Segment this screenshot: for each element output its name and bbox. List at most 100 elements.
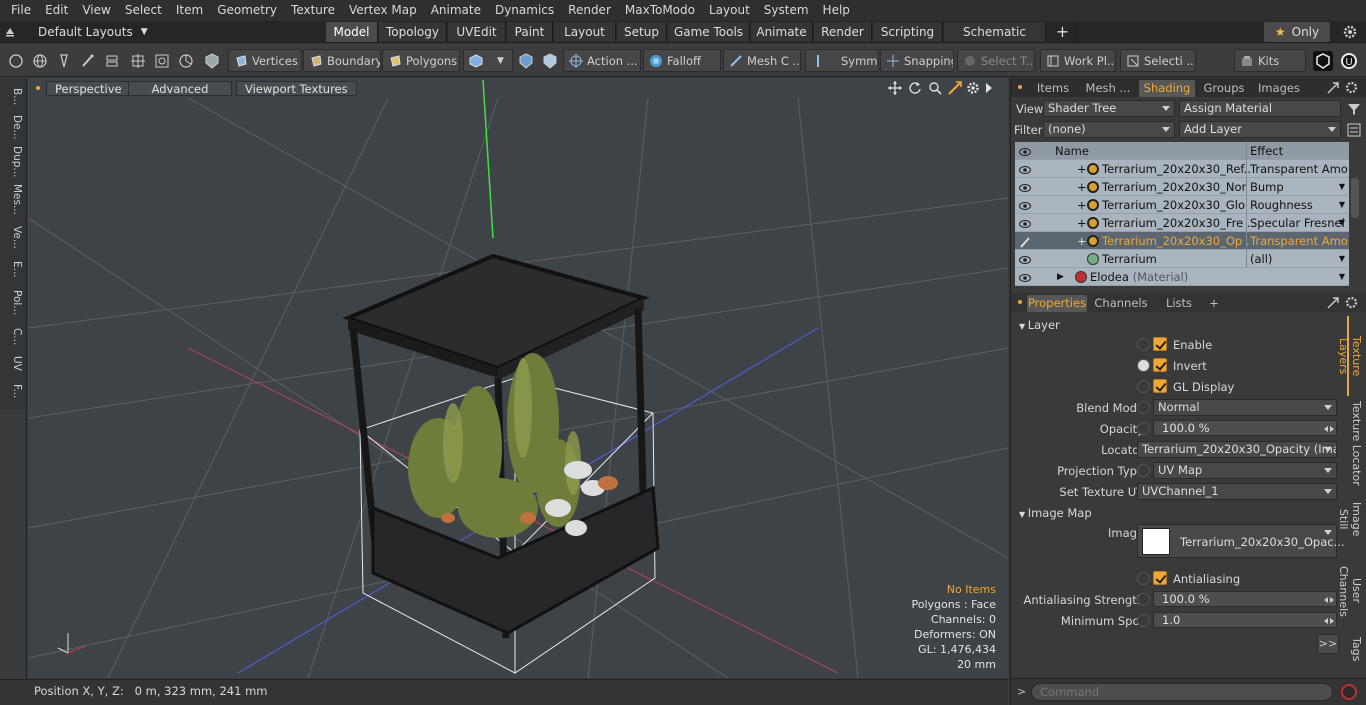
menu-edit[interactable]: Edit bbox=[38, 0, 75, 21]
enable-knob[interactable] bbox=[1137, 338, 1150, 351]
modo-cube-icon[interactable] bbox=[1313, 51, 1333, 71]
snapping-button[interactable]: Snapping bbox=[880, 49, 954, 72]
left-tab-dup[interactable]: Dup... bbox=[3, 144, 23, 180]
slider-arrows-icon[interactable] bbox=[1324, 423, 1334, 433]
slider-arrows-icon[interactable] bbox=[1324, 594, 1334, 604]
left-tab-mes[interactable]: Mes... bbox=[3, 182, 23, 218]
antialiasing-checkbox[interactable] bbox=[1153, 571, 1167, 585]
tab-render[interactable]: Render bbox=[814, 22, 872, 42]
expand-icon[interactable]: + bbox=[1077, 214, 1087, 232]
menu-geometry[interactable]: Geometry bbox=[210, 0, 284, 21]
perspective-dropdown[interactable]: Perspective bbox=[46, 81, 131, 96]
row-effect[interactable]: (all) bbox=[1246, 250, 1349, 268]
antialiasing-knob[interactable] bbox=[1137, 572, 1150, 585]
gear-icon[interactable] bbox=[1342, 24, 1358, 40]
polygons-button[interactable]: Polygons bbox=[382, 49, 460, 72]
list-options-icon[interactable] bbox=[1347, 123, 1361, 137]
chevron-down-icon[interactable]: ▼ bbox=[1339, 268, 1345, 286]
mesh-constraints-button[interactable]: Mesh C ... bbox=[723, 49, 801, 72]
unreal-icon[interactable]: U bbox=[1339, 51, 1359, 71]
minimum-spot-field[interactable]: 1.0 bbox=[1153, 612, 1337, 628]
menu-layout[interactable]: Layout bbox=[702, 0, 757, 21]
left-tab-e[interactable]: E... bbox=[3, 256, 23, 282]
tab-properties[interactable]: Properties bbox=[1027, 295, 1087, 312]
layer-section-header[interactable]: ▼ Layer bbox=[1019, 318, 1060, 332]
table-row[interactable]: + Terrarium_20x20x30_Fre ... Specular Fr… bbox=[1015, 214, 1349, 232]
align-icon[interactable] bbox=[102, 51, 122, 71]
3d-viewport[interactable]: Perspective Advanced Viewport Textures N… bbox=[28, 78, 1008, 678]
tab-items[interactable]: Items bbox=[1031, 80, 1075, 97]
chevron-down-icon[interactable]: ▼ bbox=[1339, 196, 1345, 214]
antialiasing-strength-field[interactable]: 100.0 % bbox=[1153, 591, 1337, 607]
eye-icon[interactable] bbox=[1019, 199, 1031, 211]
table-row-selected[interactable]: + Terrarium_20x20x30_Op ... Transparent … bbox=[1015, 232, 1349, 250]
left-tab-c[interactable]: C... bbox=[3, 324, 23, 350]
projection-type-dropdown[interactable]: UV Map bbox=[1153, 462, 1337, 479]
enable-checkbox[interactable] bbox=[1153, 337, 1167, 351]
eye-icon[interactable] bbox=[1019, 217, 1031, 229]
row-effect[interactable]: Transparent Amo ... bbox=[1246, 232, 1349, 250]
tab-setup[interactable]: Setup bbox=[617, 22, 667, 42]
record-macro-icon[interactable] bbox=[1341, 684, 1357, 700]
vtab-image-still[interactable]: Image Still bbox=[1337, 490, 1363, 548]
antialiasing-strength-knob[interactable] bbox=[1137, 593, 1150, 606]
expand-icon[interactable]: + bbox=[1077, 196, 1087, 214]
layouts-dropdown[interactable]: Default Layouts ▼ bbox=[4, 21, 148, 43]
blend-mode-dropdown[interactable]: Normal bbox=[1153, 399, 1337, 416]
shader-tree-scrollbar[interactable] bbox=[1351, 178, 1359, 218]
locator-dropdown[interactable]: Terrarium_20x20x30_Opacity (Ima ... bbox=[1137, 441, 1337, 458]
vtab-texture-layers[interactable]: Texture Layers bbox=[1337, 316, 1363, 396]
viewport-gear-icon[interactable] bbox=[966, 81, 980, 95]
maximize-view-icon[interactable] bbox=[948, 81, 962, 95]
image-picker[interactable]: Terrarium_20x20x30_Opac... bbox=[1137, 524, 1345, 558]
left-tab-f[interactable]: F... bbox=[3, 377, 23, 405]
tab-topology[interactable]: Topology bbox=[379, 22, 447, 42]
tab-mesh[interactable]: Mesh ... bbox=[1081, 80, 1135, 97]
table-row[interactable]: ▶ Elodea (Material) ▼ bbox=[1015, 268, 1349, 286]
funnel-filter-icon[interactable] bbox=[1347, 102, 1361, 116]
circle-select-icon[interactable] bbox=[6, 51, 26, 71]
eye-icon[interactable] bbox=[1019, 253, 1031, 265]
add-tab-button[interactable]: + bbox=[1050, 22, 1076, 42]
gl-display-knob[interactable] bbox=[1137, 380, 1150, 393]
image-map-section-header[interactable]: ▼ Image Map bbox=[1019, 506, 1092, 520]
invert-checkbox[interactable] bbox=[1153, 358, 1167, 372]
left-tab-b[interactable]: B... bbox=[3, 84, 23, 110]
viewport-textures-dropdown[interactable]: Viewport Textures bbox=[236, 81, 357, 96]
view-dropdown[interactable]: Shader Tree bbox=[1043, 100, 1175, 117]
tab-model[interactable]: Model bbox=[326, 22, 378, 42]
menu-system[interactable]: System bbox=[757, 0, 816, 21]
tab-scripting[interactable]: Scripting bbox=[873, 22, 943, 42]
tab-shading[interactable]: Shading bbox=[1139, 80, 1195, 97]
panel-gear-icon[interactable] bbox=[1345, 296, 1358, 309]
advanced-dropdown[interactable]: Advanced bbox=[128, 81, 232, 96]
vtab-user-channels[interactable]: User Channels bbox=[1337, 552, 1363, 630]
tab-channels[interactable]: Channels bbox=[1093, 295, 1149, 312]
tab-animate[interactable]: Animate bbox=[751, 22, 813, 42]
add-tab-button[interactable]: + bbox=[1207, 295, 1221, 312]
minimum-spot-knob[interactable] bbox=[1137, 614, 1150, 627]
panel-maximize-icon[interactable] bbox=[1327, 297, 1339, 309]
rotate-view-icon[interactable] bbox=[908, 81, 922, 95]
left-tab-ve[interactable]: Ve... bbox=[3, 221, 23, 253]
move-view-icon[interactable] bbox=[888, 81, 902, 95]
slider-arrows-icon[interactable] bbox=[1324, 615, 1334, 625]
menu-item[interactable]: Item bbox=[169, 0, 210, 21]
center-icon[interactable] bbox=[152, 51, 172, 71]
transform-icon[interactable] bbox=[128, 51, 148, 71]
menu-view[interactable]: View bbox=[75, 0, 117, 21]
chevron-down-icon[interactable]: ▼ bbox=[1339, 250, 1345, 268]
symmetry-button[interactable]: Symm ... bbox=[805, 49, 879, 72]
assign-material-button[interactable]: Assign Material bbox=[1179, 100, 1341, 117]
row-effect[interactable]: Transparent Amo ... bbox=[1246, 160, 1349, 178]
tab-layout[interactable]: Layout bbox=[554, 22, 616, 42]
zoom-view-icon[interactable] bbox=[928, 81, 942, 95]
select-through-button[interactable]: Select T... bbox=[957, 49, 1035, 72]
tab-images[interactable]: Images bbox=[1253, 80, 1305, 97]
menu-help[interactable]: Help bbox=[816, 0, 857, 21]
row-effect[interactable]: Specular Fresnel bbox=[1246, 214, 1349, 232]
action-axis-icon[interactable] bbox=[540, 51, 560, 71]
row-effect[interactable]: Roughness bbox=[1246, 196, 1349, 214]
gl-display-checkbox[interactable] bbox=[1153, 379, 1167, 393]
eye-icon[interactable] bbox=[1019, 163, 1031, 175]
